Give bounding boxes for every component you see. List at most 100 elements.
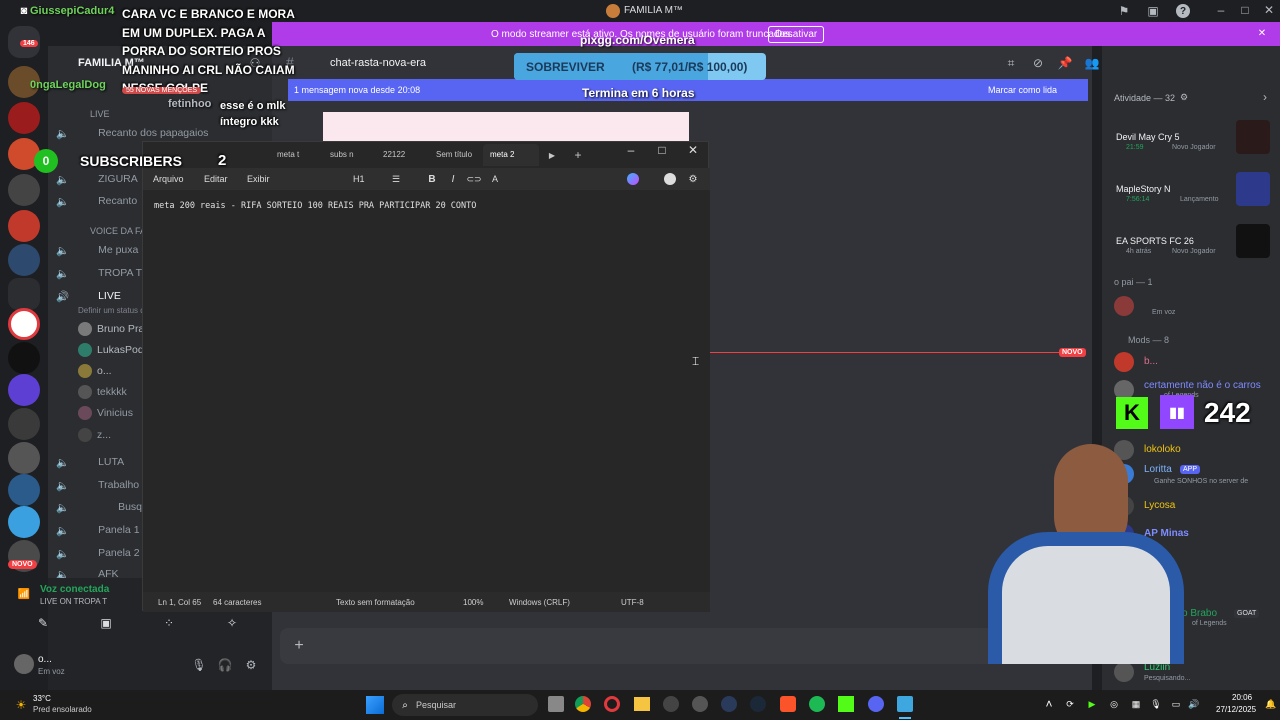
steam-icon[interactable]: [750, 696, 766, 712]
tray-app-icon[interactable]: ▶: [1086, 698, 1098, 710]
tab-item-active[interactable]: meta 2: [490, 150, 514, 159]
discord-icon[interactable]: [868, 696, 884, 712]
screen-share-icon[interactable]: ▣: [99, 616, 113, 630]
start-icon[interactable]: [366, 696, 384, 714]
category-live[interactable]: LIVE: [90, 109, 110, 119]
scroll-tabs-icon[interactable]: ▶: [547, 150, 557, 160]
account-icon[interactable]: [664, 173, 676, 185]
close-button[interactable]: ✕: [1262, 3, 1276, 17]
notification-icon[interactable]: 🔔: [1265, 698, 1276, 710]
server-icon[interactable]: [8, 174, 40, 206]
weather-temp[interactable]: 33°C: [33, 694, 51, 703]
tab-item[interactable]: Sem título: [436, 150, 472, 159]
member-item[interactable]: b...: [1114, 350, 1270, 372]
clock-time[interactable]: 20:06: [1232, 693, 1252, 702]
activities-icon[interactable]: ⁘: [162, 616, 176, 630]
link-icon[interactable]: ⊂⊃: [466, 173, 481, 185]
add-attachment-icon[interactable]: +: [290, 637, 308, 655]
menu-item[interactable]: Arquivo: [153, 174, 184, 184]
members-icon[interactable]: 👥: [1085, 56, 1100, 70]
mark-read-button[interactable]: Marcar como lida: [988, 85, 1057, 95]
gear-icon[interactable]: ⚙: [1179, 92, 1189, 102]
chevron-right-icon[interactable]: ›: [1260, 90, 1270, 104]
app-icon[interactable]: [663, 696, 679, 712]
screen-icon[interactable]: ▣: [1146, 4, 1160, 18]
weather-desc[interactable]: Pred ensolarado: [33, 705, 92, 714]
avatar[interactable]: [14, 654, 34, 674]
opera-icon[interactable]: [604, 696, 620, 712]
folder-icon[interactable]: [8, 278, 40, 310]
headphones-icon[interactable]: 🎧: [218, 658, 233, 672]
server-icon[interactable]: [8, 408, 40, 440]
disable-streamer-button[interactable]: Desativar: [768, 26, 825, 43]
notepad-icon[interactable]: [897, 696, 913, 712]
minimize-button[interactable]: –: [625, 143, 637, 157]
maximize-button[interactable]: □: [1238, 3, 1252, 17]
microphone-icon[interactable]: 🎙: [1150, 698, 1162, 710]
close-button[interactable]: ✕: [687, 143, 699, 157]
mute-icon[interactable]: ⊘: [1031, 56, 1045, 70]
chevron-up-icon[interactable]: ˄: [1043, 697, 1055, 711]
close-icon[interactable]: ✕: [1256, 27, 1268, 39]
pin-icon[interactable]: 📌: [1058, 56, 1073, 70]
server-icon[interactable]: [8, 244, 40, 276]
taskbar-search[interactable]: ⌕ Pesquisar: [392, 694, 538, 716]
volume-icon[interactable]: 🔊: [1188, 698, 1200, 710]
activity-card[interactable]: MapleStory N 7:56:14 Lançamento: [1114, 170, 1270, 210]
server-icon[interactable]: [8, 506, 40, 538]
network-icon[interactable]: ▭: [1170, 698, 1182, 710]
heading-select[interactable]: H1: [353, 174, 365, 184]
bold-icon[interactable]: B: [426, 173, 438, 185]
soundboard-icon[interactable]: ✧: [225, 616, 239, 630]
server-icon[interactable]: [8, 210, 40, 242]
tab-item[interactable]: subs n: [330, 150, 354, 159]
menu-item[interactable]: Exibir: [247, 174, 270, 184]
help-icon[interactable]: ?: [1176, 4, 1190, 18]
server-icon[interactable]: [8, 102, 40, 134]
inbox-icon[interactable]: ⚑: [1117, 4, 1131, 18]
settings-icon[interactable]: ⚙: [687, 173, 699, 185]
threads-icon[interactable]: ⌗: [1004, 56, 1018, 70]
copilot-icon[interactable]: [627, 173, 639, 185]
menu-item[interactable]: Editar: [204, 174, 228, 184]
app-icon[interactable]: [721, 696, 737, 712]
spotify-icon[interactable]: [809, 696, 825, 712]
disconnect-icon[interactable]: ✎: [36, 616, 50, 630]
brave-icon[interactable]: [780, 696, 796, 712]
app-icon[interactable]: [692, 696, 708, 712]
file-explorer-icon[interactable]: [634, 697, 650, 711]
task-view-icon[interactable]: [548, 696, 564, 712]
chrome-icon[interactable]: [575, 696, 591, 712]
settings-icon[interactable]: ⚙: [244, 658, 258, 672]
member-item[interactable]: Em voz: [1114, 292, 1270, 320]
activity-card[interactable]: EA SPORTS FC 26 4h atrás Novo Jogador: [1114, 222, 1270, 262]
kick-app-icon[interactable]: [838, 696, 854, 712]
activity-card[interactable]: Devil May Cry 5 21:59 Novo Jogador: [1114, 118, 1270, 158]
microphone-icon[interactable]: 🎙: [191, 658, 206, 672]
tray-app-icon[interactable]: ◎: [1108, 698, 1120, 710]
voice-status[interactable]: Voz conectada: [40, 584, 109, 595]
minimize-button[interactable]: –: [1214, 3, 1228, 17]
tab-item[interactable]: 22122: [383, 150, 405, 159]
italic-icon[interactable]: I: [447, 173, 459, 185]
zoom-level[interactable]: 100%: [463, 598, 483, 607]
new-tab-icon[interactable]: +: [573, 148, 583, 162]
clock-date[interactable]: 27/12/2025: [1216, 705, 1256, 714]
server-icon[interactable]: [8, 308, 40, 340]
maximize-button[interactable]: □: [656, 143, 668, 157]
list-icon[interactable]: ☰: [390, 173, 402, 185]
voice-channel-label[interactable]: LIVE ON TROPA T: [40, 597, 107, 606]
tray-app-icon[interactable]: ⟳: [1064, 698, 1076, 710]
category-voice[interactable]: VOICE DA FA: [90, 226, 146, 236]
server-icon[interactable]: [8, 474, 40, 506]
tray-app-icon[interactable]: ▦: [1130, 698, 1142, 710]
server-icon[interactable]: [8, 374, 40, 406]
clear-format-icon[interactable]: A: [489, 173, 501, 185]
line-ending[interactable]: Windows (CRLF): [509, 598, 570, 607]
server-icon[interactable]: [8, 342, 40, 374]
encoding[interactable]: UTF-8: [621, 598, 644, 607]
weather-icon[interactable]: ☀: [12, 696, 30, 714]
format-label[interactable]: Texto sem formatação: [336, 598, 415, 607]
server-icon[interactable]: [8, 442, 40, 474]
editor-area[interactable]: meta 200 reais - RIFA SORTEIO 100 REAIS …: [143, 190, 710, 592]
